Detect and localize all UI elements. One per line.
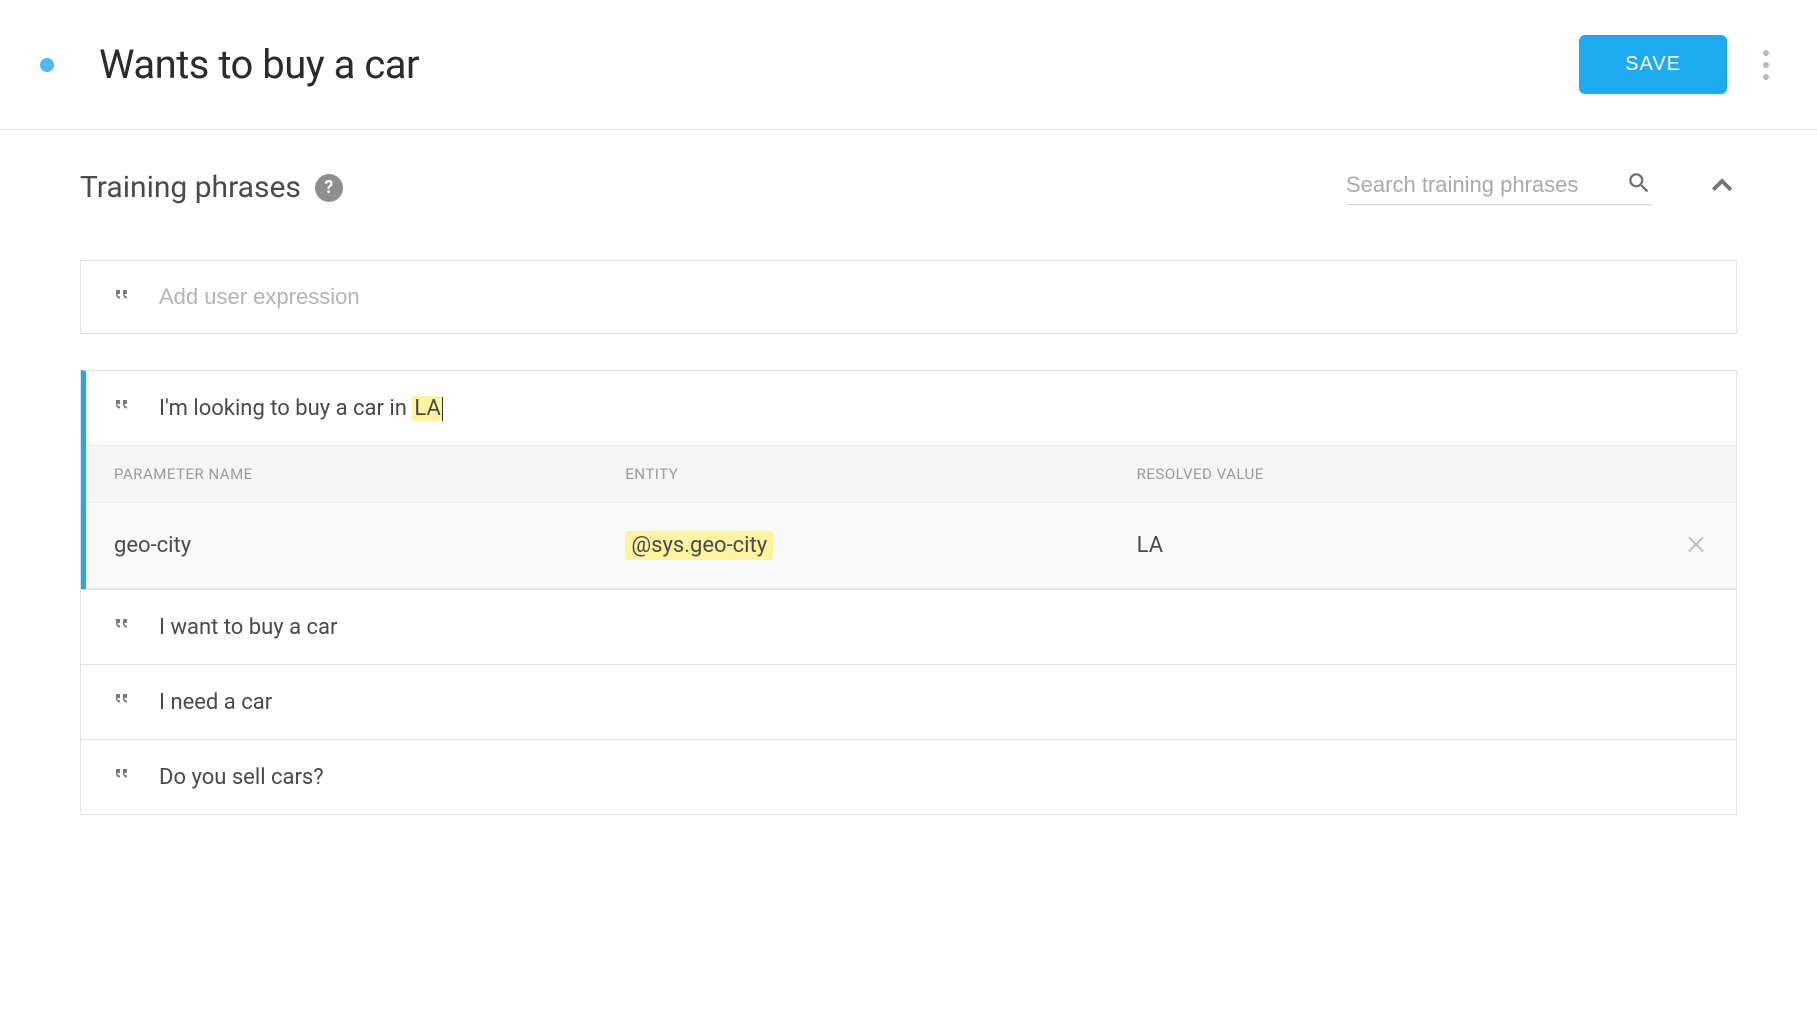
training-phrase-text[interactable]: Do you sell cars? (159, 765, 324, 790)
quote-icon (109, 612, 137, 642)
phrase-prefix: I'm looking to buy a car in (159, 396, 412, 421)
save-button[interactable]: SAVE (1579, 35, 1727, 94)
status-dot-icon (40, 58, 54, 72)
search-training-input[interactable] (1346, 172, 1626, 198)
section-title: Training phrases (80, 170, 301, 205)
page-header: Wants to buy a car SAVE (0, 0, 1817, 130)
param-entity-chip[interactable]: @sys.geo-city (625, 531, 773, 560)
delete-parameter-icon[interactable] (1684, 531, 1708, 561)
more-menu-icon[interactable] (1755, 42, 1777, 88)
training-phrase-row[interactable]: I'm looking to buy a car in LA (81, 370, 1736, 445)
chevron-up-icon[interactable] (1707, 171, 1737, 205)
col-header-resolved-value: RESOLVED VALUE (1137, 465, 1648, 483)
parameter-header-row: PARAMETER NAME ENTITY RESOLVED VALUE (86, 445, 1736, 503)
search-icon[interactable] (1626, 170, 1652, 200)
page-title[interactable]: Wants to buy a car (99, 41, 1579, 88)
help-icon[interactable]: ? (315, 174, 343, 202)
training-phrase-row[interactable]: I need a car (81, 664, 1736, 739)
col-header-parameter-name: PARAMETER NAME (114, 465, 625, 483)
col-header-entity: ENTITY (625, 465, 1136, 483)
entity-highlight[interactable]: LA (412, 396, 442, 421)
add-expression-input[interactable] (159, 284, 1708, 310)
training-phrase-text[interactable]: I want to buy a car (159, 615, 337, 640)
text-caret (442, 397, 443, 421)
quote-icon (109, 393, 137, 423)
search-training-input-wrap[interactable] (1346, 170, 1652, 205)
phrase-list: I'm looking to buy a car in LA PARAMETER… (80, 370, 1737, 815)
section-header: Training phrases ? (80, 170, 1737, 205)
add-expression-row[interactable] (80, 260, 1737, 334)
quote-icon (109, 687, 137, 717)
parameter-row[interactable]: geo-city @sys.geo-city LA (86, 503, 1736, 589)
quote-icon (109, 283, 137, 311)
quote-icon (109, 762, 137, 792)
training-phrase-text[interactable]: I'm looking to buy a car in LA (159, 396, 443, 421)
training-phrases-section: Training phrases ? (0, 130, 1817, 815)
param-resolved-cell[interactable]: LA (1137, 533, 1648, 558)
training-phrase-row[interactable]: I want to buy a car (81, 589, 1736, 664)
training-phrase-row[interactable]: Do you sell cars? (81, 739, 1736, 814)
parameter-table: PARAMETER NAME ENTITY RESOLVED VALUE geo… (81, 445, 1736, 589)
training-phrase-text[interactable]: I need a car (159, 690, 272, 715)
param-name-cell[interactable]: geo-city (114, 533, 625, 558)
